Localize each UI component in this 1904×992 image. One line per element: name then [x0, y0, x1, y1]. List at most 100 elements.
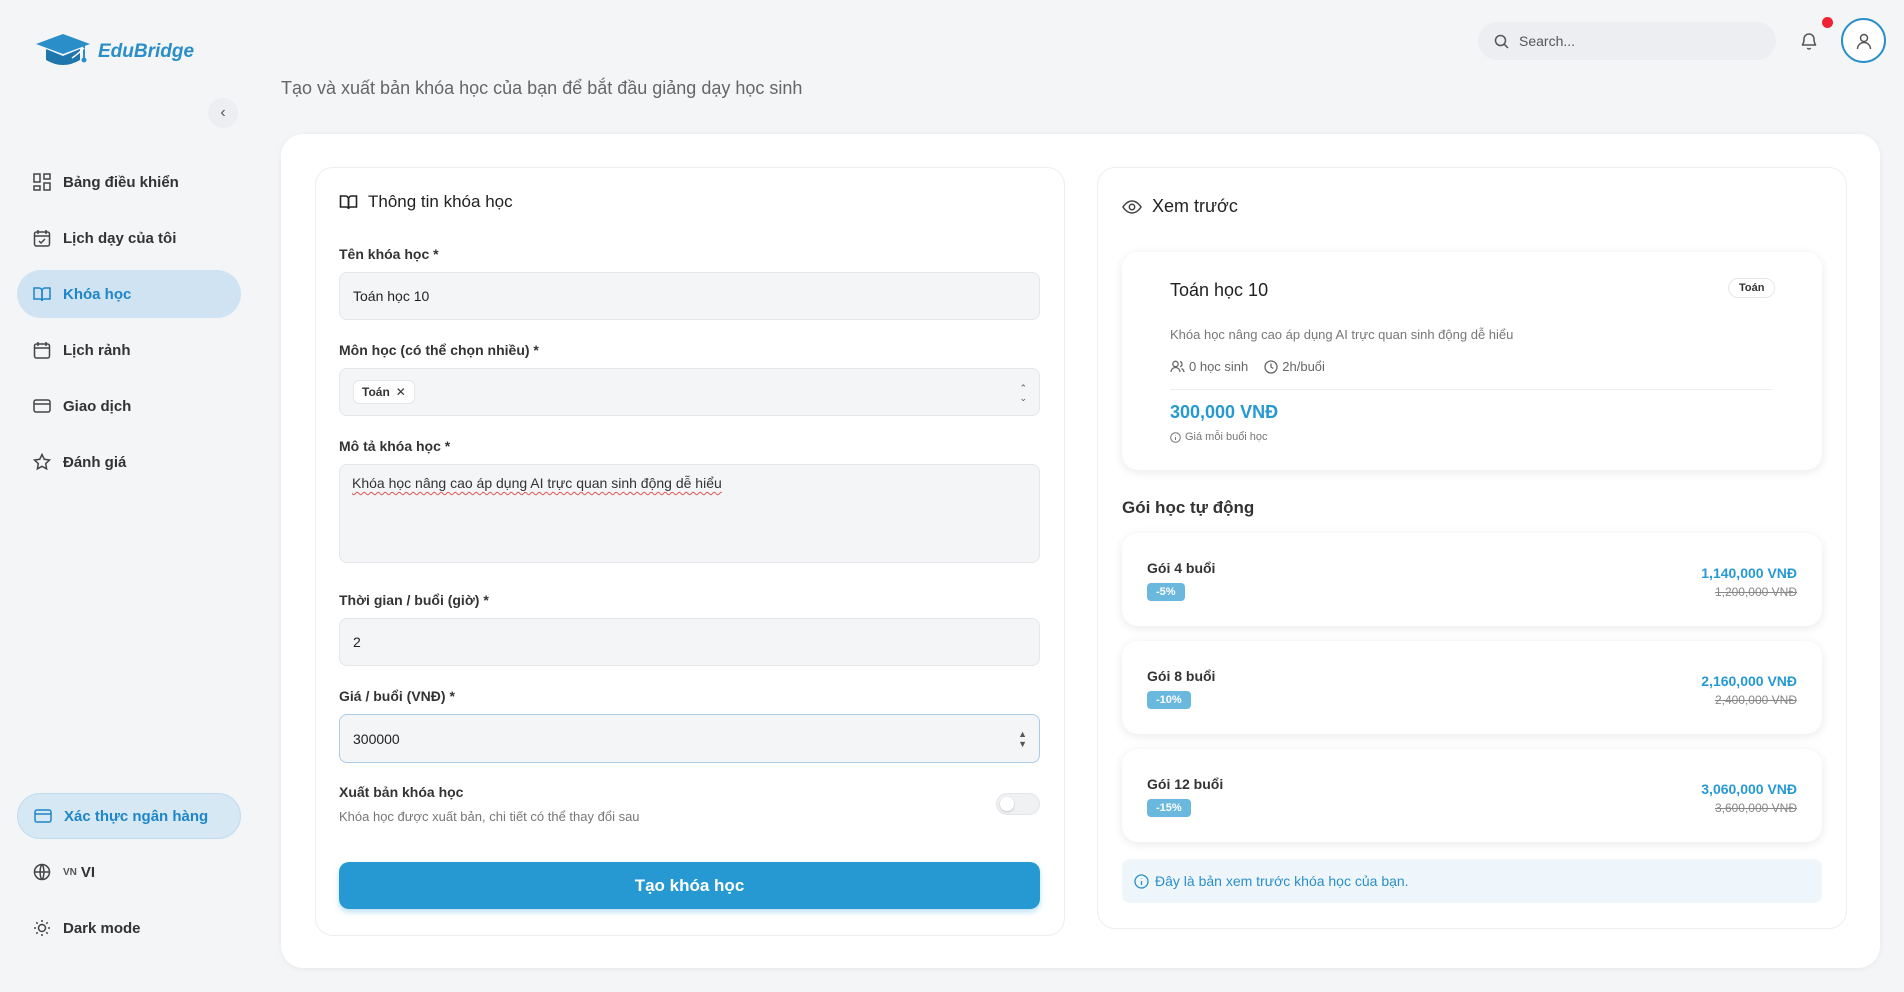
- sidebar-bottom: Xác thực ngân hàng VN VI Dark mode: [17, 793, 241, 961]
- package-old-price: 3,600,000 VNĐ: [1714, 801, 1797, 815]
- book-icon: [339, 195, 358, 210]
- form-title: Thông tin khóa học: [339, 192, 513, 212]
- sidebar-item-dashboard[interactable]: Bảng điều khiển: [17, 158, 241, 206]
- package-price: 1,140,000 VNĐ: [1701, 565, 1797, 581]
- create-course-button[interactable]: Tạo khóa học: [339, 862, 1040, 909]
- form-title-text: Thông tin khóa học: [368, 192, 513, 211]
- bell-icon: [1801, 33, 1817, 50]
- close-icon[interactable]: ✕: [396, 385, 406, 399]
- price-field[interactable]: ▲▼: [339, 714, 1040, 763]
- collapse-sidebar-button[interactable]: ‹: [208, 98, 238, 128]
- search-icon: [1494, 34, 1509, 49]
- language-switch[interactable]: VN VI: [17, 849, 241, 895]
- search-input[interactable]: [1519, 33, 1759, 49]
- sidebar-item-label: Lịch rảnh: [63, 341, 131, 359]
- toggle-knob: [1000, 797, 1014, 811]
- bank-verify-button[interactable]: Xác thực ngân hàng: [17, 793, 241, 839]
- page-subtitle: Tạo và xuất bản khóa học của bạn để bắt …: [281, 78, 803, 98]
- sidebar-item-label: Lịch dạy của tôi: [63, 229, 177, 247]
- language-label: VI: [80, 863, 96, 881]
- preview-subject-badge: Toán: [1728, 278, 1776, 298]
- package-name: Gói 12 buổi: [1147, 776, 1224, 792]
- users-icon: [1170, 360, 1185, 373]
- publish-description: Khóa học được xuất bản, chi tiết có thể …: [339, 809, 640, 824]
- preview-title-text: Xem trước: [1152, 196, 1238, 216]
- sidebar-item-availability[interactable]: Lịch rảnh: [17, 326, 241, 374]
- preview-duration-text: 2h/buổi: [1282, 359, 1325, 374]
- price-input[interactable]: [353, 730, 953, 747]
- duration-field[interactable]: [339, 618, 1040, 666]
- package-old-price: 2,400,000 VNĐ: [1714, 693, 1797, 707]
- sidebar-item-my-schedule[interactable]: Lịch dạy của tôi: [17, 214, 241, 262]
- package-name: Gói 4 buổi: [1147, 560, 1216, 576]
- sidebar: EduBridge ‹ Bảng điều khiển Lịch dạy của…: [0, 0, 260, 992]
- clock-icon: [1264, 359, 1278, 374]
- sidebar-item-label: Đánh giá: [63, 453, 127, 471]
- notification-badge: [1822, 17, 1833, 28]
- sidebar-item-label: Giao dịch: [63, 397, 132, 415]
- preview-price-note: Giá mỗi buổi học: [1170, 431, 1268, 443]
- dashboard-icon: [33, 173, 51, 191]
- course-name-input[interactable]: [353, 288, 953, 304]
- subject-chip: Toán ✕: [353, 380, 415, 404]
- auto-packages-title: Gói học tự động: [1122, 498, 1255, 517]
- package-discount-badge: -15%: [1147, 799, 1191, 817]
- package-discount-badge: -5%: [1147, 583, 1185, 601]
- search-bar[interactable]: [1478, 22, 1776, 60]
- dark-mode-label: Dark mode: [63, 919, 141, 937]
- sidebar-item-reviews[interactable]: Đánh giá: [17, 438, 241, 486]
- preview-price: 300,000 VNĐ: [1170, 402, 1279, 422]
- globe-icon: [33, 863, 51, 881]
- description-label: Mô tả khóa học *: [339, 438, 451, 454]
- subject-select[interactable]: Toán ✕ ⌃ ⌄: [339, 368, 1040, 416]
- sidebar-nav: Bảng điều khiển Lịch dạy của tôi Khóa họ…: [17, 158, 241, 494]
- publish-label: Xuất bản khóa học: [339, 784, 464, 800]
- preview-info-text: Đây là bản xem trước khóa học của bạn.: [1155, 873, 1409, 889]
- star-icon: [33, 453, 51, 471]
- subject-label: Môn học (có thể chọn nhiều) *: [339, 342, 539, 358]
- brand-logo[interactable]: EduBridge: [34, 32, 194, 72]
- sidebar-item-label: Khóa học: [63, 285, 132, 303]
- description-text: Khóa học nâng cao áp dụng AI trực quan s…: [352, 475, 722, 491]
- credit-card-icon: [34, 809, 52, 823]
- package-card: Gói 4 buổi -5% 1,140,000 VNĐ 1,200,000 V…: [1122, 533, 1822, 626]
- notification-button[interactable]: [1796, 28, 1822, 54]
- chevron-up-down-icon: ⌃ ⌄: [1019, 383, 1027, 403]
- package-card: Gói 8 buổi -10% 2,160,000 VNĐ 2,400,000 …: [1122, 641, 1822, 734]
- bank-verify-label: Xác thực ngân hàng: [64, 807, 209, 825]
- calendar-check-icon: [33, 230, 51, 247]
- eye-icon: [1122, 199, 1142, 214]
- package-price: 3,060,000 VNĐ: [1701, 781, 1797, 797]
- preview-divider: [1170, 389, 1773, 390]
- dark-mode-toggle[interactable]: Dark mode: [17, 905, 241, 951]
- preview-duration: 2h/buổi: [1264, 359, 1325, 374]
- preview-info-box: Đây là bản xem trước khóa học của bạn.: [1122, 859, 1822, 903]
- info-icon: [1134, 873, 1149, 889]
- credit-card-icon: [33, 399, 51, 413]
- language-flag: VN: [63, 866, 77, 878]
- preview-course-title: Toán học 10: [1170, 280, 1269, 300]
- sidebar-item-courses[interactable]: Khóa học: [17, 270, 241, 318]
- package-card: Gói 12 buổi -15% 3,060,000 VNĐ 3,600,000…: [1122, 749, 1822, 842]
- preview-title: Xem trước: [1122, 196, 1238, 217]
- subject-chip-label: Toán: [362, 385, 390, 399]
- preview-meta: 0 học sinh 2h/buổi: [1170, 359, 1325, 374]
- price-label: Giá / buổi (VNĐ) *: [339, 688, 455, 704]
- sidebar-item-transactions[interactable]: Giao dịch: [17, 382, 241, 430]
- info-icon: [1170, 431, 1181, 443]
- chevron-left-icon: ‹: [220, 104, 226, 121]
- preview-price-note-text: Giá mỗi buổi học: [1185, 431, 1268, 443]
- package-price: 2,160,000 VNĐ: [1701, 673, 1797, 689]
- user-avatar-button[interactable]: [1841, 18, 1886, 63]
- user-icon: [1856, 33, 1871, 49]
- course-name-label: Tên khóa học *: [339, 246, 439, 262]
- duration-input[interactable]: [353, 634, 953, 650]
- number-stepper-icon[interactable]: ▲ ▼: [1018, 729, 1027, 749]
- graduation-cap-icon: [36, 34, 90, 65]
- brand-name: EduBridge: [98, 41, 195, 62]
- duration-label: Thời gian / buổi (giờ) *: [339, 592, 489, 608]
- preview-students-text: 0 học sinh: [1189, 359, 1249, 374]
- course-name-field[interactable]: [339, 272, 1040, 320]
- publish-toggle[interactable]: [996, 793, 1040, 815]
- book-icon: [33, 287, 51, 302]
